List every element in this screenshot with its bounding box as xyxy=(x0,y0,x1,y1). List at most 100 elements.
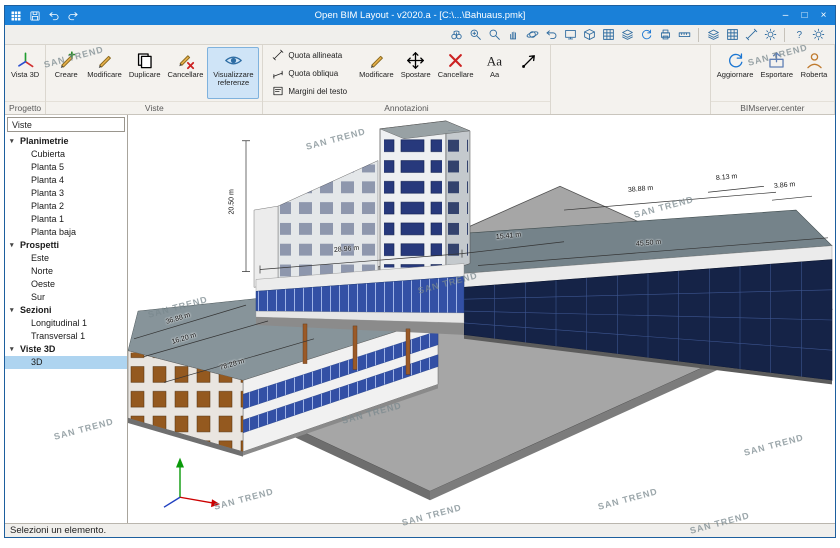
ribbon-button-aggiornare[interactable]: Aggiornare xyxy=(714,47,757,99)
minimize-button[interactable]: – xyxy=(776,8,795,23)
tree-item-norte[interactable]: Norte xyxy=(5,265,127,278)
tree-section-sezioni[interactable]: ▾ Sezioni xyxy=(5,304,127,317)
tree-section-planimetrie[interactable]: ▾ Planimetrie xyxy=(5,135,127,148)
undo-button[interactable] xyxy=(45,8,62,23)
ribbon-button-linea-di-richiamo[interactable] xyxy=(513,47,547,99)
pan-button[interactable] xyxy=(504,27,522,43)
3d-model xyxy=(128,120,833,508)
front-view-button[interactable] xyxy=(561,27,579,43)
button-label: Spostare xyxy=(400,70,431,79)
tree-item-planta-1[interactable]: Planta 1 xyxy=(5,213,127,226)
collapse-icon[interactable]: ▾ xyxy=(10,240,17,251)
tree-section-prospetti[interactable]: ▾ Prospetti xyxy=(5,239,127,252)
ortho-button[interactable] xyxy=(742,27,760,43)
ribbon-button-visualizzare-referenze[interactable]: Visualizzare referenze xyxy=(207,47,260,99)
zoom-extents-button[interactable] xyxy=(485,27,503,43)
button-label: Aa xyxy=(489,70,500,79)
help-button[interactable] xyxy=(790,27,808,43)
save-button[interactable] xyxy=(26,8,43,23)
maximize-button[interactable]: □ xyxy=(795,8,814,23)
snap-button[interactable] xyxy=(723,27,741,43)
ribbon-button-margini-del-testo[interactable]: Margini del testo xyxy=(268,83,351,99)
undo-icon xyxy=(48,10,60,22)
tree-item-sur[interactable]: Sur xyxy=(5,291,127,304)
button-label: Vista 3D xyxy=(11,70,40,79)
redraw-button[interactable] xyxy=(637,27,655,43)
ribbon-button-spostare[interactable]: Spostare xyxy=(398,47,434,99)
tree-section-viste-3d[interactable]: ▾ Viste 3D xyxy=(5,343,127,356)
wireframe-button[interactable] xyxy=(599,27,617,43)
ribbon-button-modificare-annotazione[interactable]: Modificare xyxy=(356,47,397,99)
window-controls: – □ × xyxy=(776,8,833,23)
redo-icon xyxy=(67,10,79,22)
print-button[interactable] xyxy=(656,27,674,43)
layers-button[interactable] xyxy=(704,27,722,43)
tree-item-planta-4[interactable]: Planta 4 xyxy=(5,174,127,187)
ribbon-group-label: Annotazioni xyxy=(263,101,550,114)
ribbon-group-label: Viste xyxy=(46,101,263,114)
tree-item-cubierta[interactable]: Cubierta xyxy=(5,148,127,161)
undo-icon xyxy=(545,28,558,41)
app-button[interactable] xyxy=(7,8,24,23)
ribbon-button-testo[interactable]: Aa xyxy=(478,47,512,99)
dim-aligned-icon xyxy=(272,49,284,61)
button-label: Esportare xyxy=(760,70,793,79)
tree-item-planta-5[interactable]: Planta 5 xyxy=(5,161,127,174)
ruler-icon xyxy=(678,28,691,41)
tree-item-3d[interactable]: 3D xyxy=(5,356,127,369)
ribbon-button-quota-obliqua[interactable]: Quota obliqua xyxy=(268,65,351,81)
shaded-view-button[interactable] xyxy=(618,27,636,43)
collapse-icon[interactable]: ▾ xyxy=(10,344,17,355)
tree-item-transversal-1[interactable]: Transversal 1 xyxy=(5,330,127,343)
gear-icon xyxy=(812,28,825,41)
ribbon-button-vista-3d[interactable]: Vista 3D xyxy=(8,47,42,99)
tree-item-longitudinal-1[interactable]: Longitudinal 1 xyxy=(5,317,127,330)
dim-aligned-icon xyxy=(745,28,758,41)
redo-button[interactable] xyxy=(64,8,81,23)
ribbon-button-cancellare-annotazione[interactable]: Cancellare xyxy=(435,47,477,99)
button-label: Roberta xyxy=(800,70,828,79)
axes3d-icon xyxy=(16,51,35,70)
tree-item-planta-3[interactable]: Planta 3 xyxy=(5,187,127,200)
tree-item-este[interactable]: Este xyxy=(5,252,127,265)
magnifier-plus-icon xyxy=(469,28,482,41)
pencil-plus-icon xyxy=(57,51,76,70)
tree-item-planta-baja[interactable]: Planta baja xyxy=(5,226,127,239)
toolbar-divider xyxy=(784,27,785,42)
ribbon-button-duplicare[interactable]: Duplicare xyxy=(126,47,164,99)
x-red-icon xyxy=(446,51,465,70)
settings-button[interactable] xyxy=(761,27,779,43)
tree-item-planta-2[interactable]: Planta 2 xyxy=(5,200,127,213)
ribbon-button-esportare[interactable]: Esportare xyxy=(757,47,796,99)
app-window: Open BIM Layout - v2020.a - [C:\...\Bahu… xyxy=(4,5,836,538)
ribbon-button-creare[interactable]: Creare xyxy=(49,47,83,99)
find-button[interactable] xyxy=(447,27,465,43)
gear-icon xyxy=(764,28,777,41)
pencil-icon xyxy=(95,51,114,70)
orbit-3d-button[interactable] xyxy=(523,27,541,43)
measure-button[interactable] xyxy=(675,27,693,43)
help-icon xyxy=(793,28,806,41)
perspective-button[interactable] xyxy=(580,27,598,43)
zoom-window-button[interactable] xyxy=(466,27,484,43)
collapse-icon[interactable]: ▾ xyxy=(10,136,17,147)
ribbon-button-cancellare[interactable]: Cancellare xyxy=(165,47,207,99)
view-toolbar xyxy=(5,25,835,45)
close-button[interactable]: × xyxy=(814,8,833,23)
section-label: Prospetti xyxy=(20,240,60,250)
ribbon-button-modificare[interactable]: Modificare xyxy=(84,47,125,99)
person-icon xyxy=(805,51,824,70)
view-tree: ▾ Planimetrie Cubierta Planta 5 Planta 4 Plan… xyxy=(5,134,127,523)
titlebar: Open BIM Layout - v2020.a - [C:\...\Bahu… xyxy=(5,6,835,25)
tree-item-oeste[interactable]: Oeste xyxy=(5,278,127,291)
viewport-3d[interactable]: 20.50 m 28.96 m 15.41 m 38.88 m 8.13 m 3.86 m… xyxy=(128,115,835,523)
previous-view-button[interactable] xyxy=(542,27,560,43)
button-label: Margini del testo xyxy=(288,86,348,96)
leader-icon xyxy=(520,51,539,70)
options-button[interactable] xyxy=(809,27,827,43)
button-label: Modificare xyxy=(87,70,122,79)
button-label: Modificare xyxy=(359,70,394,79)
ribbon-button-quota-allineata[interactable]: Quota allineata xyxy=(268,47,351,63)
ribbon-button-roberta[interactable]: Roberta xyxy=(797,47,831,99)
collapse-icon[interactable]: ▾ xyxy=(10,305,17,316)
